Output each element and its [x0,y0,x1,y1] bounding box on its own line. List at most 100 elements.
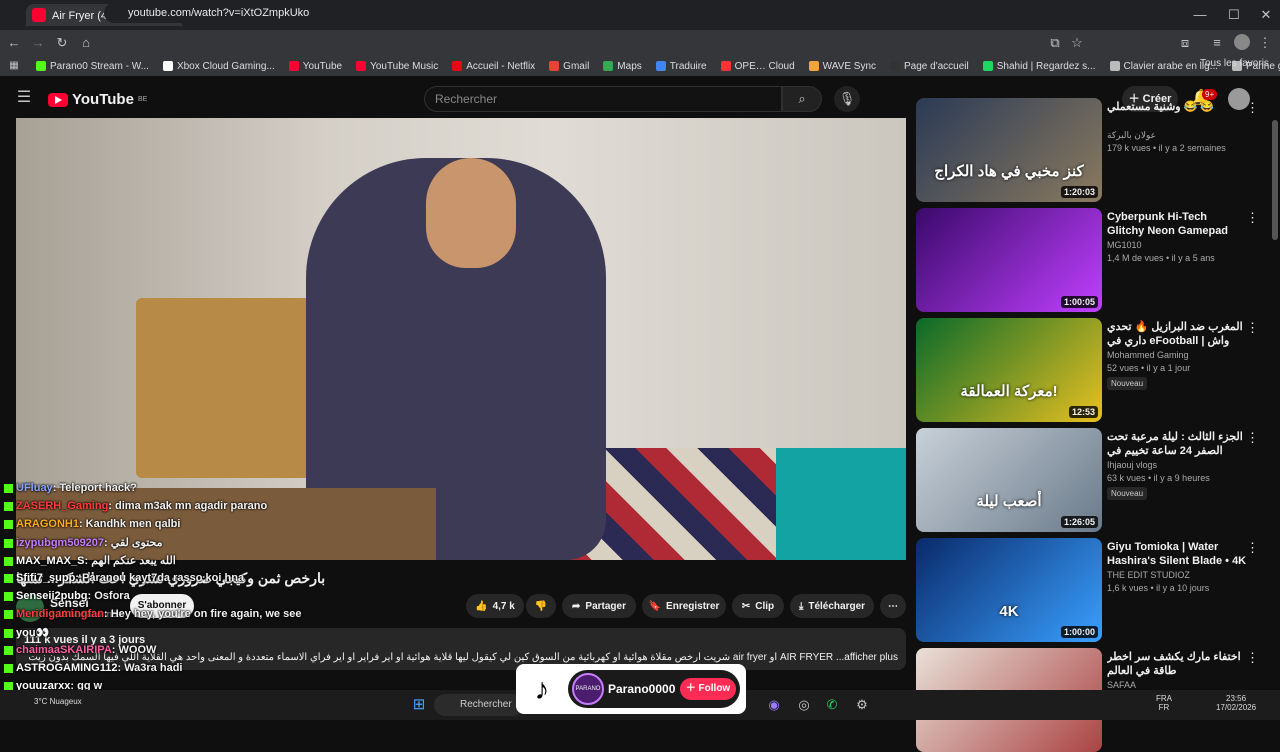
video-card-channel[interactable]: SAFAA [1107,680,1136,690]
card-menu-kebab-icon[interactable]: ⋮ [1246,210,1259,226]
bookmark-item[interactable]: Accueil - Netflix [452,61,535,72]
recommended-video-card[interactable]: 1:00:05 Cyberpunk Hi-Tech Glitchy Neon Ga… [916,208,1266,312]
video-thumbnail[interactable]: 1:00:05 [916,208,1102,312]
bookmark-item[interactable]: Xbox Cloud Gaming... [162,60,275,72]
recommended-video-card[interactable]: كنز مخبي في هاد الكراج 1:20:03 وشنية مستعم… [916,98,1266,202]
bookmark-star-icon[interactable]: ☆ [1068,33,1086,53]
download-label: Télécharger [808,600,866,612]
video-card-title[interactable]: اختفاء مارك يكشف سر اخطر طاقة في العالم [1107,650,1247,678]
weather-widget[interactable]: 3°C Nuageux [34,697,82,706]
card-menu-kebab-icon[interactable]: ⋮ [1246,100,1259,116]
video-card-channel[interactable]: Ihjaouj vlogs [1107,460,1157,470]
bookmark-item[interactable]: Traduire [655,60,707,72]
video-card-title[interactable]: Cyberpunk Hi-Tech Glitchy Neon Gamepad B… [1107,210,1247,238]
more-actions-button[interactable]: ⋯ [880,594,906,618]
app-icon-obs[interactable]: ◉ [764,695,784,715]
video-card-meta: 52 vues • il y a 1 jour [1107,363,1191,373]
chat-message: izypubgm509207: محتوى لقي [4,536,163,549]
whatsapp-icon[interactable]: ✆ [822,695,842,715]
card-menu-kebab-icon[interactable]: ⋮ [1246,320,1259,336]
card-menu-kebab-icon[interactable]: ⋮ [1246,540,1259,556]
recommended-video-card[interactable]: 4K 1:00:00 Giyu Tomioka | Water Hashira's … [916,538,1266,642]
minimize-icon[interactable]: — [1188,5,1212,25]
recommended-video-card[interactable]: أصعب ليلة 1:26:05 الجزء الثالث : ليلة مرعب… [916,428,1266,532]
video-card-title[interactable]: Giyu Tomioka | Water Hashira's Silent Bl… [1107,540,1247,568]
chat-message: ASTROGAMING112: Wa3ra hadi [4,662,182,674]
cast-icon[interactable]: ⧉ [1046,33,1064,53]
back-icon[interactable]: ← [4,33,24,53]
bookmark-item[interactable]: WAVE Sync [808,60,877,72]
video-card-title[interactable]: وشنية مستعملي 😂 😂 [1107,100,1247,114]
dislike-button[interactable]: 👎 [526,594,556,618]
bookmark-item[interactable]: Parano0 Stream - W... [36,61,149,72]
clip-label: Clip [755,600,775,612]
bookmark-item[interactable]: Gmail [549,61,589,72]
clock[interactable]: 23:56 17/02/2026 [1216,694,1256,712]
menu-kebab-icon[interactable]: ⋮ [1256,33,1274,53]
chat-message: MAX_MAX_S: الله يبعد عنكم الهم [4,554,176,567]
all-favorites[interactable]: Tous les favoris [1200,58,1269,69]
video-card-channel[interactable]: THE EDIT STUDIOZ [1107,570,1190,580]
video-thumbnail[interactable]: معركة العمالقة! 12:53 [916,318,1102,422]
bookmark-label: Xbox Cloud Gaming... [176,60,275,72]
kick-badge-icon [4,591,13,601]
video-card-channel[interactable]: عولان بالبركة [1107,130,1156,141]
video-thumbnail[interactable]: 4K 1:00:00 [916,538,1102,642]
share-button[interactable]: ➦ Partager [562,594,636,618]
kick-badge-icon [4,609,13,619]
youtube-play-icon [48,92,68,107]
maximize-icon[interactable]: ☐ [1222,5,1246,25]
sidebar-scrollbar[interactable] [1272,120,1278,240]
bookmark-item[interactable]: Page d'accueil [890,61,969,72]
download-button[interactable]: ⤓ Télécharger [790,594,874,618]
video-card-title[interactable]: المغرب ضد البرازيل 🔥 تحدي داري في eFootb… [1107,320,1247,348]
kick-badge-icon [4,501,13,511]
bookmark-label: Traduire [669,60,707,72]
taskbar-search[interactable]: Rechercher [434,694,524,716]
youtube-wordmark: YouTube [72,91,134,108]
save-button[interactable]: 🔖 Enregistrer [642,594,726,618]
home-icon[interactable]: ⌂ [76,33,96,53]
forward-icon[interactable]: → [28,33,48,53]
bookmark-item[interactable]: OPE… Cloud [720,61,795,72]
video-card-title[interactable]: الجزء الثالث : ليلة مرعبة تحت الصفر 24 س… [1107,430,1247,458]
video-card-channel[interactable]: MG1010 [1107,240,1142,250]
video-thumbnail[interactable]: أصعب ليلة 1:26:05 [916,428,1102,532]
bookmark-item[interactable]: YouTube Music [356,61,438,72]
windows-start-icon[interactable]: ⊞ [410,695,428,715]
settings-gear-icon[interactable]: ⚙ [852,695,872,715]
more-horizontal-icon: ⋯ [888,600,898,612]
recommended-video-card[interactable]: معركة العمالقة! 12:53 المغرب ضد البرازيل 🔥… [916,318,1266,422]
clip-button[interactable]: ✂ Clip [732,594,784,618]
extensions-icon[interactable]: ⧈ [1176,33,1194,53]
youtube-logo[interactable]: YouTube BE [48,91,147,108]
video-card-meta: 1,6 k vues • il y a 10 jours [1107,583,1210,593]
url-field[interactable]: youtube.com/watch?v=iXtOZmpkUko [104,3,1094,23]
bookmark-label: WAVE Sync [822,60,877,72]
profile-avatar[interactable] [1234,34,1250,50]
chrome-icon[interactable]: ◎ [794,695,814,715]
voice-search-button[interactable]: 🎙 [834,86,860,112]
chat-message: chaimaaSKAIRIPA: WOOW [4,644,156,656]
bookmark-item[interactable]: Maps [603,61,642,72]
search-button[interactable]: ⌕ [782,86,822,112]
bookmark-item[interactable]: Shahid | Regardez s... [982,61,1096,72]
window-close-icon[interactable]: ✕ [1254,5,1278,25]
reload-icon[interactable]: ↻ [52,33,72,53]
search-input[interactable]: Rechercher [424,86,782,112]
like-button[interactable]: 👍 4,7 k [466,594,524,618]
card-menu-kebab-icon[interactable]: ⋮ [1246,650,1259,666]
apps-grid-icon[interactable]: ▦ [6,56,22,76]
search-icon: ⌕ [798,91,806,106]
keyboard-language[interactable]: FRA FR [1156,694,1172,712]
video-card-channel[interactable]: Mohammed Gaming [1107,350,1189,360]
tiktok-follow-button[interactable]: ＋ Follow [680,678,736,700]
chat-message: ZASERH_Gaming: dima m3ak mn agadir paran… [4,500,267,512]
hamburger-menu-icon[interactable]: ☰ [14,88,34,108]
bookmark-item[interactable]: YouTube [288,61,342,72]
video-thumbnail[interactable]: كنز مخبي في هاد الكراج 1:20:03 [916,98,1102,202]
card-menu-kebab-icon[interactable]: ⋮ [1246,430,1259,446]
chat-username: MAX_MAX_S [16,555,85,567]
media-icon[interactable]: ≡ [1208,33,1226,53]
new-badge: Nouveau [1107,487,1148,500]
